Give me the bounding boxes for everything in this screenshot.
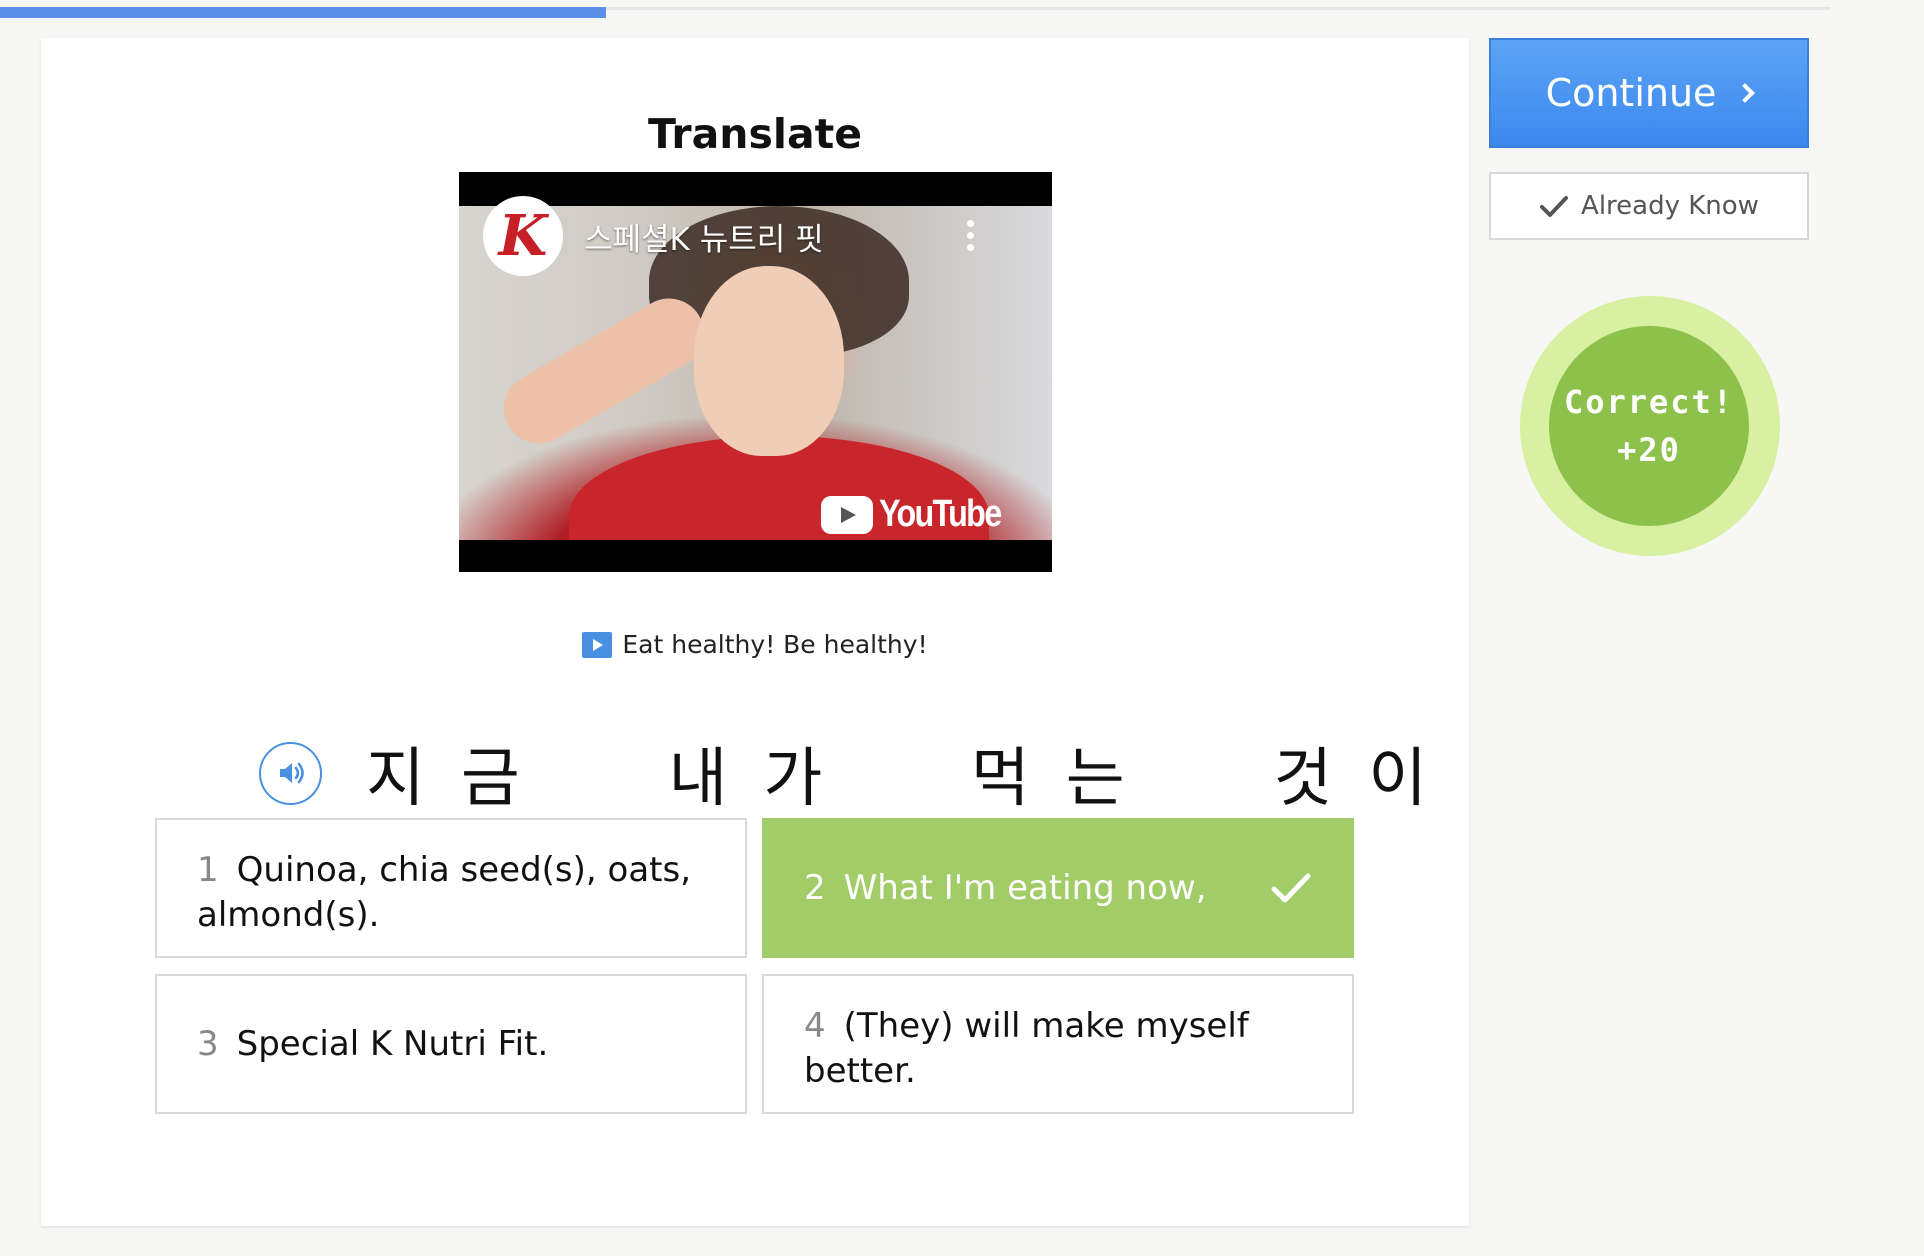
option-number: 2: [804, 867, 826, 908]
option-number: 1: [197, 850, 219, 890]
caption-text: Eat healthy! Be healthy!: [622, 630, 928, 659]
already-know-label: Already Know: [1581, 191, 1759, 221]
continue-label: Continue: [1545, 71, 1717, 115]
answer-option-4[interactable]: 4 (They) will make myself better.: [762, 974, 1354, 1114]
exercise-title: Translate: [647, 110, 863, 158]
exercise-card: Translate K 스페셜K 뉴트리 핏 YouTube Eat healt…: [41, 38, 1469, 1226]
result-text: Correct!: [1563, 383, 1735, 421]
already-know-button[interactable]: Already Know: [1489, 172, 1809, 240]
chevron-right-icon: [1735, 83, 1756, 103]
speaker-button[interactable]: [259, 741, 322, 805]
youtube-wordmark: YouTube: [879, 493, 1002, 535]
option-number: 4: [804, 1006, 826, 1046]
result-badge: Correct! +20: [1549, 326, 1749, 526]
result-points: +20: [1617, 431, 1681, 469]
option-text: Quinoa, chia seed(s), oats, almond(s).: [197, 850, 692, 935]
video-title[interactable]: 스페셜K 뉴트리 핏: [584, 214, 824, 259]
answer-option-1[interactable]: 1 Quinoa, chia seed(s), oats, almond(s).: [155, 818, 747, 958]
youtube-play-icon: [821, 495, 874, 534]
film-icon: [582, 632, 613, 658]
check-icon: [1271, 873, 1311, 903]
video-player[interactable]: K 스페셜K 뉴트리 핏 YouTube: [459, 172, 1052, 572]
option-text: (They) will make myself better.: [804, 1006, 1249, 1091]
progress-bar-fill: [0, 7, 607, 18]
option-text: Special K Nutri Fit.: [236, 1023, 549, 1064]
check-icon: [1540, 196, 1569, 217]
channel-logo[interactable]: K: [483, 196, 563, 276]
option-text: What I'm eating now,: [843, 867, 1207, 908]
more-options-icon[interactable]: [964, 220, 976, 260]
speaker-icon: [279, 762, 304, 784]
answer-option-2[interactable]: 2 What I'm eating now,: [762, 818, 1354, 958]
continue-button[interactable]: Continue: [1489, 38, 1809, 148]
video-caption: Eat healthy! Be healthy!: [41, 630, 1469, 659]
answer-option-3[interactable]: 3 Special K Nutri Fit.: [155, 974, 747, 1114]
youtube-logo[interactable]: YouTube: [821, 493, 1022, 536]
phrase-row: 지금 내가 먹는 것이: [259, 733, 1463, 816]
option-number: 3: [197, 1023, 219, 1064]
korean-phrase: 지금 내가 먹는 것이: [366, 742, 1464, 816]
